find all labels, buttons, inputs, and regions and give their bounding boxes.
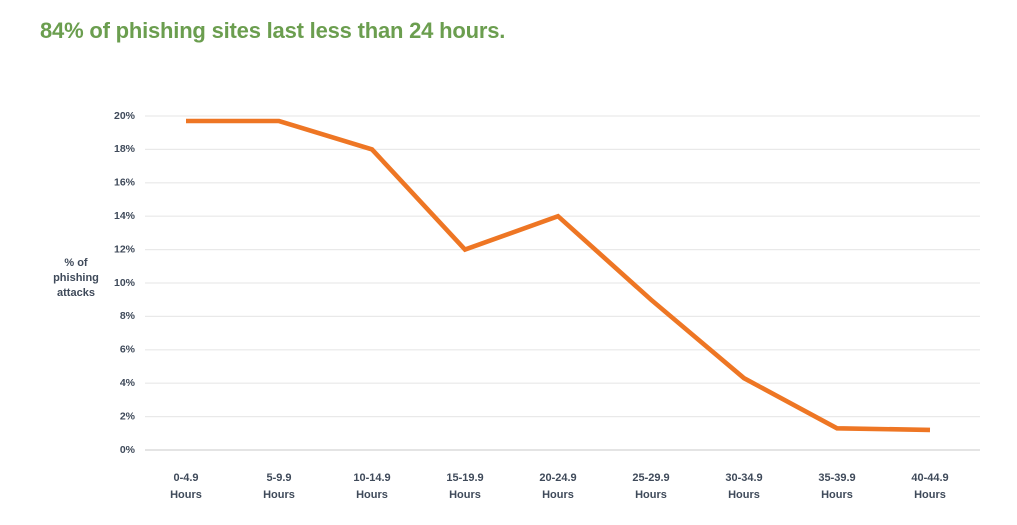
gridlines [145, 115, 980, 451]
x-axis-tick-label: 5-9.9 [266, 472, 291, 484]
line-chart-plot: 0% 2% 4% 6% 8% 10% 12% 14% 16% 18% 20% 0-4.9 Hours 5… [53, 110, 980, 501]
x-axis-tick-label: 40-44.9 [911, 472, 948, 484]
x-axis-tick-label: Hours [821, 489, 853, 501]
x-axis-tick-label: Hours [449, 489, 481, 501]
x-axis-tick-label: Hours [170, 489, 202, 501]
x-axis-tick-label: 30-34.9 [725, 472, 762, 484]
y-axis-tick-label: 16% [114, 177, 136, 189]
x-axis-tick-label: Hours [635, 489, 667, 501]
y-axis-title-line-2: phishing [53, 272, 99, 284]
x-axis-tick-label: 35-39.9 [818, 472, 855, 484]
y-axis-tick-label: 6% [120, 344, 136, 356]
x-axis-tick-label: 15-19.9 [446, 472, 483, 484]
y-axis-tick-label: 14% [114, 210, 136, 222]
chart-container: 84% of phishing sites last less than 24 … [0, 0, 1017, 525]
y-axis-tick-label: 2% [120, 410, 136, 422]
x-axis-tick-label: 0-4.9 [173, 472, 198, 484]
x-axis-tick-label: Hours [356, 489, 388, 501]
y-axis-tick-label: 10% [114, 277, 136, 289]
y-axis-tick-labels: 0% 2% 4% 6% 8% 10% 12% 14% 16% 18% 20% [114, 110, 136, 456]
y-axis-tick-label: 20% [114, 110, 136, 122]
x-axis-tick-label: Hours [542, 489, 574, 501]
y-axis-title-line-3: attacks [57, 287, 95, 299]
y-axis-tick-label: 12% [114, 243, 136, 255]
x-axis-tick-label: Hours [914, 489, 946, 501]
x-axis-tick-label: 20-24.9 [539, 472, 576, 484]
y-axis-tick-label: 8% [120, 310, 136, 322]
x-axis-tick-labels: 0-4.9 Hours 5-9.9 Hours 10-14.9 Hours 15-19.9 H… [170, 472, 949, 501]
y-axis-tick-label: 18% [114, 143, 136, 155]
x-axis-tick-label: Hours [263, 489, 295, 501]
y-axis-title-line-1: % of [64, 257, 88, 269]
x-axis-tick-label: 10-14.9 [353, 472, 390, 484]
y-axis-title: % of phishing attacks [53, 257, 99, 299]
x-axis-tick-label: Hours [728, 489, 760, 501]
x-axis-tick-label: 25-29.9 [632, 472, 669, 484]
y-axis-tick-label: 4% [120, 377, 136, 389]
y-axis-tick-label: 0% [120, 444, 136, 456]
